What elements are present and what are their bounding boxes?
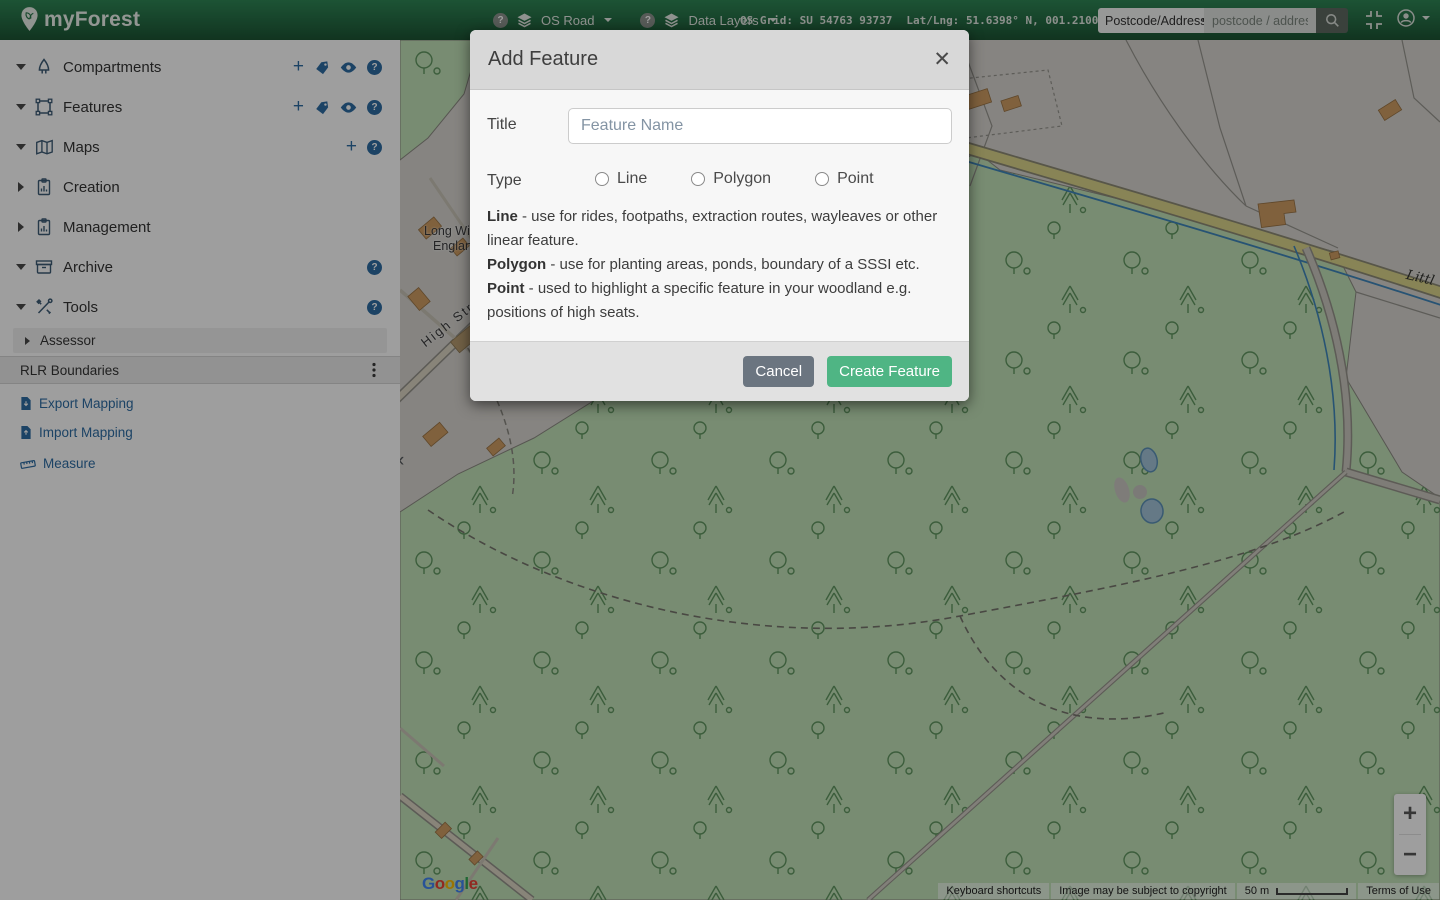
dialog-footer: Cancel Create Feature <box>470 341 969 401</box>
polygon-radio-label[interactable]: Polygon <box>713 170 771 188</box>
feature-type-radios: Line Polygon Point <box>595 164 874 190</box>
point-radio-label[interactable]: Point <box>837 170 873 188</box>
line-description: Line - use for rides, footpaths, extract… <box>487 208 938 249</box>
cancel-button[interactable]: Cancel <box>743 356 815 387</box>
point-radio[interactable] <box>815 172 830 186</box>
polygon-description: Polygon - use for planting areas, ponds,… <box>487 256 920 273</box>
title-field-label: Title <box>487 116 517 133</box>
radio-line[interactable]: Line <box>595 170 647 188</box>
close-icon[interactable]: ✕ <box>933 49 951 70</box>
radio-polygon[interactable]: Polygon <box>691 170 771 188</box>
polygon-radio[interactable] <box>691 172 706 186</box>
type-field-label: Type <box>487 172 522 189</box>
point-description: Point - used to highlight a specific fea… <box>487 280 912 321</box>
line-radio[interactable] <box>595 172 609 186</box>
dialog-title: Add Feature <box>488 48 599 70</box>
dialog-header: Add Feature ✕ <box>470 30 969 90</box>
dialog-body: Title Type Line Polygon Point <box>470 90 969 341</box>
feature-name-input[interactable] <box>568 108 952 144</box>
type-descriptions: Line - use for rides, footpaths, extract… <box>487 205 952 325</box>
line-radio-label[interactable]: Line <box>617 170 647 188</box>
add-feature-dialog: Add Feature ✕ Title Type Line Polygon <box>470 30 969 401</box>
create-feature-button[interactable]: Create Feature <box>827 356 952 387</box>
app-window: myForest ? OS Road ? Data Layers OS Grid… <box>0 0 1440 900</box>
radio-point[interactable]: Point <box>815 170 874 188</box>
